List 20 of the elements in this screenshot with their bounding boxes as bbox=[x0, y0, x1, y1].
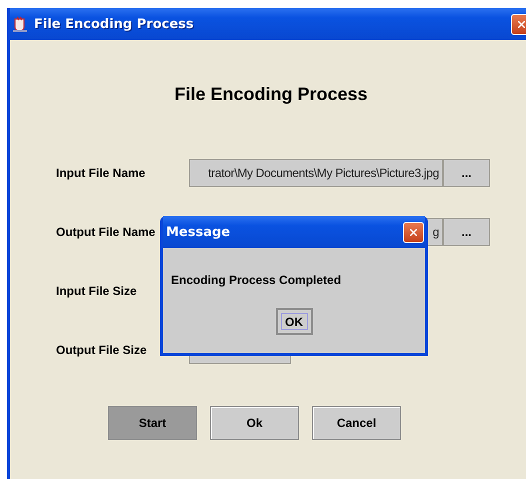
action-button[interactable]: Ok bbox=[210, 406, 299, 440]
window-title: File Encoding Process bbox=[34, 16, 195, 32]
close-icon bbox=[518, 18, 525, 30]
dialog-title: Message bbox=[166, 224, 232, 240]
close-icon bbox=[410, 226, 417, 238]
action-button[interactable]: Start bbox=[108, 406, 197, 440]
field-label: Output File Name bbox=[56, 225, 156, 239]
field-label: Input File Name bbox=[56, 166, 146, 180]
browse-button[interactable]: ... bbox=[443, 159, 490, 187]
dialog-close-button[interactable] bbox=[403, 222, 424, 242]
action-button[interactable]: Cancel bbox=[312, 406, 401, 440]
field-label: Input File Size bbox=[56, 284, 137, 298]
app-icon bbox=[12, 16, 28, 32]
close-button[interactable] bbox=[511, 14, 526, 34]
form-heading: File Encoding Process bbox=[174, 84, 368, 106]
ok-button[interactable]: OK bbox=[276, 308, 312, 335]
browse-button[interactable]: ... bbox=[443, 218, 490, 246]
input-field[interactable]: trator\My Documents\My Pictures\Picture3.jpg bbox=[189, 159, 443, 187]
field-label: Output File Size bbox=[56, 343, 147, 357]
dialog-message: Encoding Process Completed bbox=[171, 273, 342, 287]
